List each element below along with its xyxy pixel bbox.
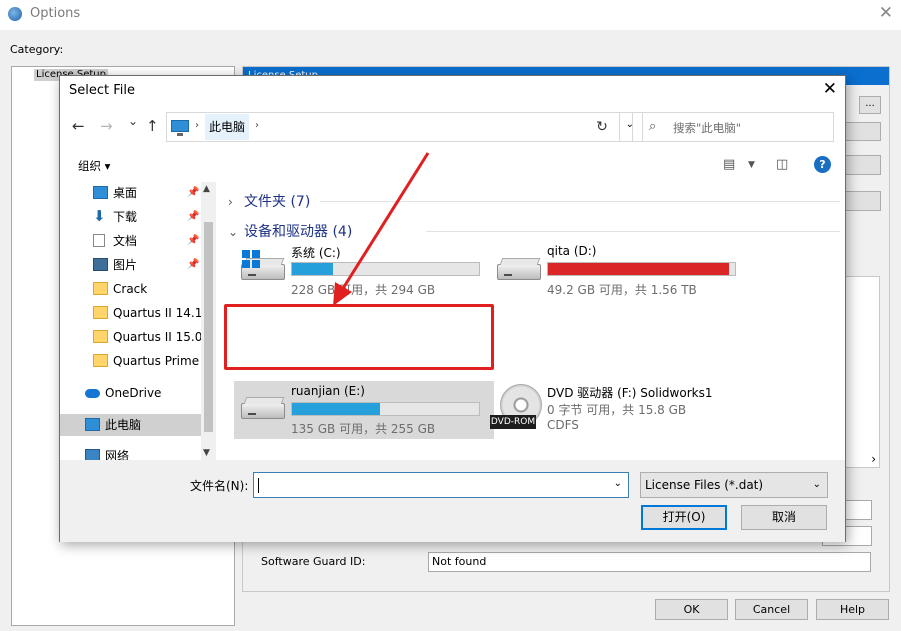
annotation-highlight-box xyxy=(224,304,494,370)
